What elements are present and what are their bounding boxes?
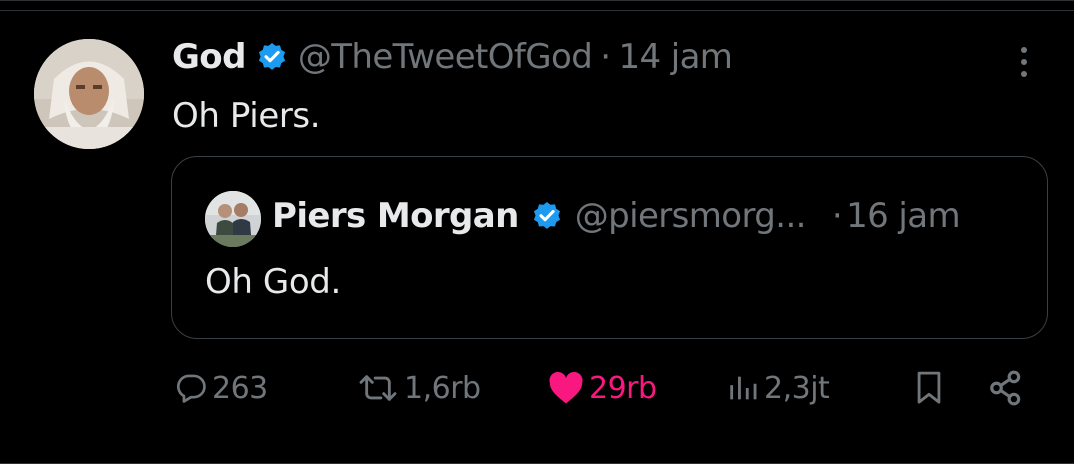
- repost-count: 1,6rb: [404, 370, 481, 406]
- quoted-author-avatar[interactable]: [205, 191, 261, 247]
- more-options-icon[interactable]: [1010, 43, 1038, 81]
- repost-button[interactable]: 1,6rb: [356, 365, 481, 411]
- reply-button[interactable]: 263: [174, 365, 268, 411]
- quoted-tweet-text: Oh God.: [205, 262, 341, 302]
- quoted-tweet-header: Piers Morgan @piersmorg... · 16 jam: [272, 195, 961, 237]
- verified-badge-icon[interactable]: [256, 41, 288, 73]
- separator-dot: ·: [600, 37, 611, 77]
- reply-count: 263: [212, 370, 268, 406]
- tweet-card[interactable]: God @TheTweetOfGod · 14 jam Oh Piers. Pi…: [0, 0, 1074, 464]
- quoted-author-handle[interactable]: @piersmorg...: [575, 195, 807, 237]
- tweet-header: God @TheTweetOfGod · 14 jam: [172, 37, 733, 77]
- bookmark-button[interactable]: [912, 365, 946, 411]
- quoted-tweet-timestamp[interactable]: 16 jam: [846, 195, 960, 237]
- quoted-separator-dot: ·: [831, 196, 843, 236]
- reply-icon: [174, 371, 208, 405]
- like-button[interactable]: 29rb: [547, 365, 657, 411]
- share-button[interactable]: [986, 365, 1026, 411]
- views-button[interactable]: 2,3jt: [726, 365, 830, 411]
- views-count: 2,3jt: [764, 370, 830, 406]
- like-count: 29rb: [589, 370, 657, 406]
- quoted-verified-badge-icon[interactable]: [531, 200, 563, 232]
- bookmark-icon: [912, 369, 946, 407]
- quoted-author-name[interactable]: Piers Morgan: [272, 195, 519, 237]
- tweet-timestamp[interactable]: 14 jam: [618, 37, 732, 77]
- views-icon: [726, 371, 760, 405]
- like-icon: [547, 371, 585, 405]
- author-avatar[interactable]: [34, 39, 144, 149]
- tweet-text: Oh Piers.: [172, 96, 321, 136]
- author-handle[interactable]: @TheTweetOfGod: [298, 37, 593, 77]
- share-icon: [986, 369, 1026, 407]
- quoted-tweet[interactable]: Piers Morgan @piersmorg... · 16 jam Oh G…: [171, 156, 1048, 339]
- repost-icon: [356, 371, 400, 405]
- author-name[interactable]: God: [172, 37, 246, 77]
